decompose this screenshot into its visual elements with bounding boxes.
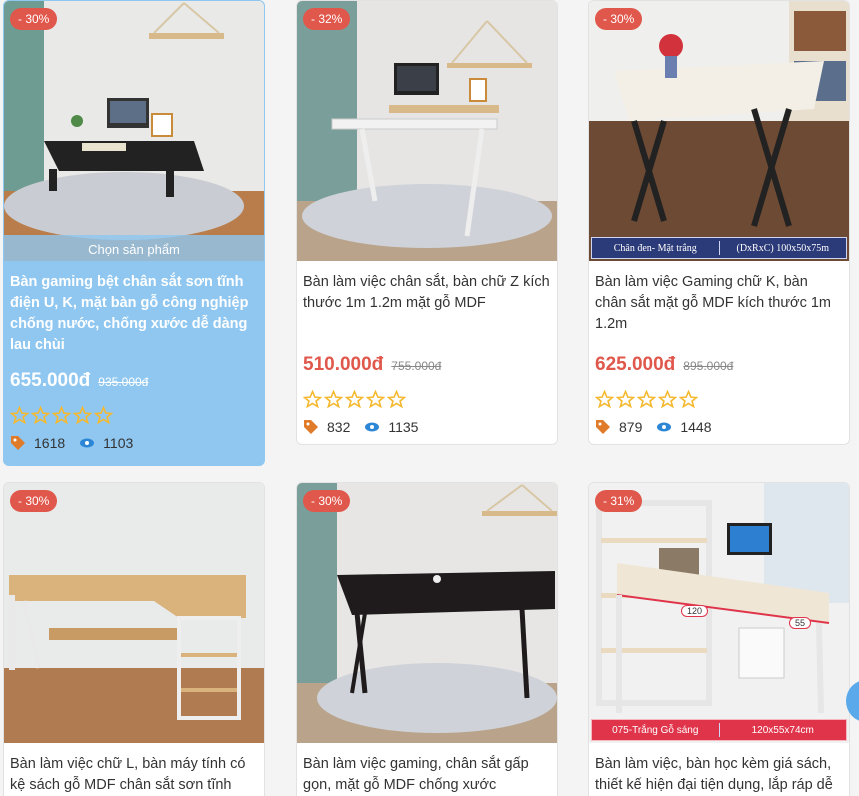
product-image[interactable]: - 31% 120 55 075-Trắng Gỗ sáng 120x55x74… [589,483,849,743]
product-title[interactable]: Bàn làm việc Gaming chữ K, bàn chân sắt … [595,272,843,336]
discount-badge: - 31% [595,490,643,512]
view-count: 1103 [103,435,134,451]
star-icon[interactable] [616,390,635,409]
product-card[interactable]: - 30% Bàn làm việc chữ L, bàn máy tính c… [3,482,265,796]
discount-badge: - 30% [10,8,58,30]
product-old-price: 755.000đ [391,359,442,373]
star-icon[interactable] [366,390,385,409]
product-photo [297,1,557,261]
product-photo [4,483,264,743]
star-icon[interactable] [387,390,406,409]
star-icon[interactable] [10,406,29,425]
product-image[interactable]: - 30% [297,483,557,743]
spec-size: 120x55x74cm [751,724,814,736]
product-grid: - 30% Chọn sản phẩm Bàn gaming bệt chân … [0,0,859,796]
product-old-price: 935.000đ [98,375,149,389]
star-icon[interactable] [345,390,364,409]
spec-color: Chân đen- Mặt trắng [613,242,697,254]
star-icon[interactable] [94,406,113,425]
spec-size: (DxRxC) 100x50x75m [736,242,830,254]
star-icon[interactable] [52,406,71,425]
product-image[interactable]: - 30% Chân đen- Mặt trắng (DxRxC) 100x50… [589,1,849,261]
product-card[interactable]: - 30% Chọn sản phẩm Bàn gaming bệt chân … [3,0,265,466]
discount-badge: - 30% [10,490,58,512]
product-card[interactable]: - 32% Bàn làm việc chân sắt, bàn chữ Z k… [296,0,558,445]
product-photo [589,483,849,743]
star-icon[interactable] [324,390,343,409]
product-image[interactable]: - 30% Chọn sản phẩm [4,1,264,261]
dimension-tag: 120 [681,605,709,617]
like-count: 832 [327,419,351,435]
dimension-tag: 55 [789,617,812,629]
star-icon[interactable] [73,406,92,425]
product-title[interactable]: Bàn gaming bệt chân sắt sơn tĩnh điện U,… [10,272,258,360]
product-price: 655.000đ [10,370,91,391]
product-card[interactable]: - 30% Chân đen- Mặt trắng (DxRxC) 100x50… [588,0,850,445]
product-image[interactable]: - 32% [297,1,557,261]
product-title[interactable]: Bàn làm việc chân sắt, bàn chữ Z kích th… [303,272,551,336]
rating-stars[interactable] [303,390,551,409]
eye-icon [365,422,380,432]
product-image[interactable]: - 30% [4,483,264,743]
discount-badge: - 32% [303,8,351,30]
star-icon[interactable] [679,390,698,409]
product-title[interactable]: Bàn làm việc chữ L, bàn máy tính có kệ s… [10,754,258,796]
discount-badge: - 30% [303,490,351,512]
view-count: 1135 [388,419,419,435]
product-price: 625.000đ [595,354,676,375]
product-photo [4,1,264,261]
product-photo [589,1,849,261]
tag-icon [596,420,610,434]
spec-strip: Chân đen- Mặt trắng (DxRxC) 100x50x75m [591,237,847,259]
product-title[interactable]: Bàn làm việc, bàn học kèm giá sách, thiế… [595,754,843,796]
tag-icon [11,436,25,450]
rating-stars[interactable] [10,406,258,425]
product-card[interactable]: - 30% Bàn làm việc gaming, chân sắt gấp … [296,482,558,796]
like-count: 1618 [34,435,66,451]
star-icon[interactable] [658,390,677,409]
star-icon[interactable] [31,406,50,425]
product-old-price: 895.000đ [683,359,734,373]
product-title[interactable]: Bàn làm việc gaming, chân sắt gấp gọn, m… [303,754,551,796]
rating-stars[interactable] [595,390,843,409]
discount-badge: - 30% [595,8,643,30]
product-photo [297,483,557,743]
eye-icon [657,422,672,432]
product-price: 510.000đ [303,354,384,375]
spec-strip: 075-Trắng Gỗ sáng 120x55x74cm [591,719,847,741]
star-icon[interactable] [637,390,656,409]
product-card[interactable]: - 31% 120 55 075-Trắng Gỗ sáng 120x55x74… [588,482,850,796]
star-icon[interactable] [303,390,322,409]
choose-product-overlay[interactable]: Chọn sản phẩm [4,235,264,261]
eye-icon [80,438,95,448]
tag-icon [304,420,318,434]
spec-color: 075-Trắng Gỗ sáng [612,724,699,736]
like-count: 879 [619,419,643,435]
view-count: 1448 [680,419,712,435]
star-icon[interactable] [595,390,614,409]
